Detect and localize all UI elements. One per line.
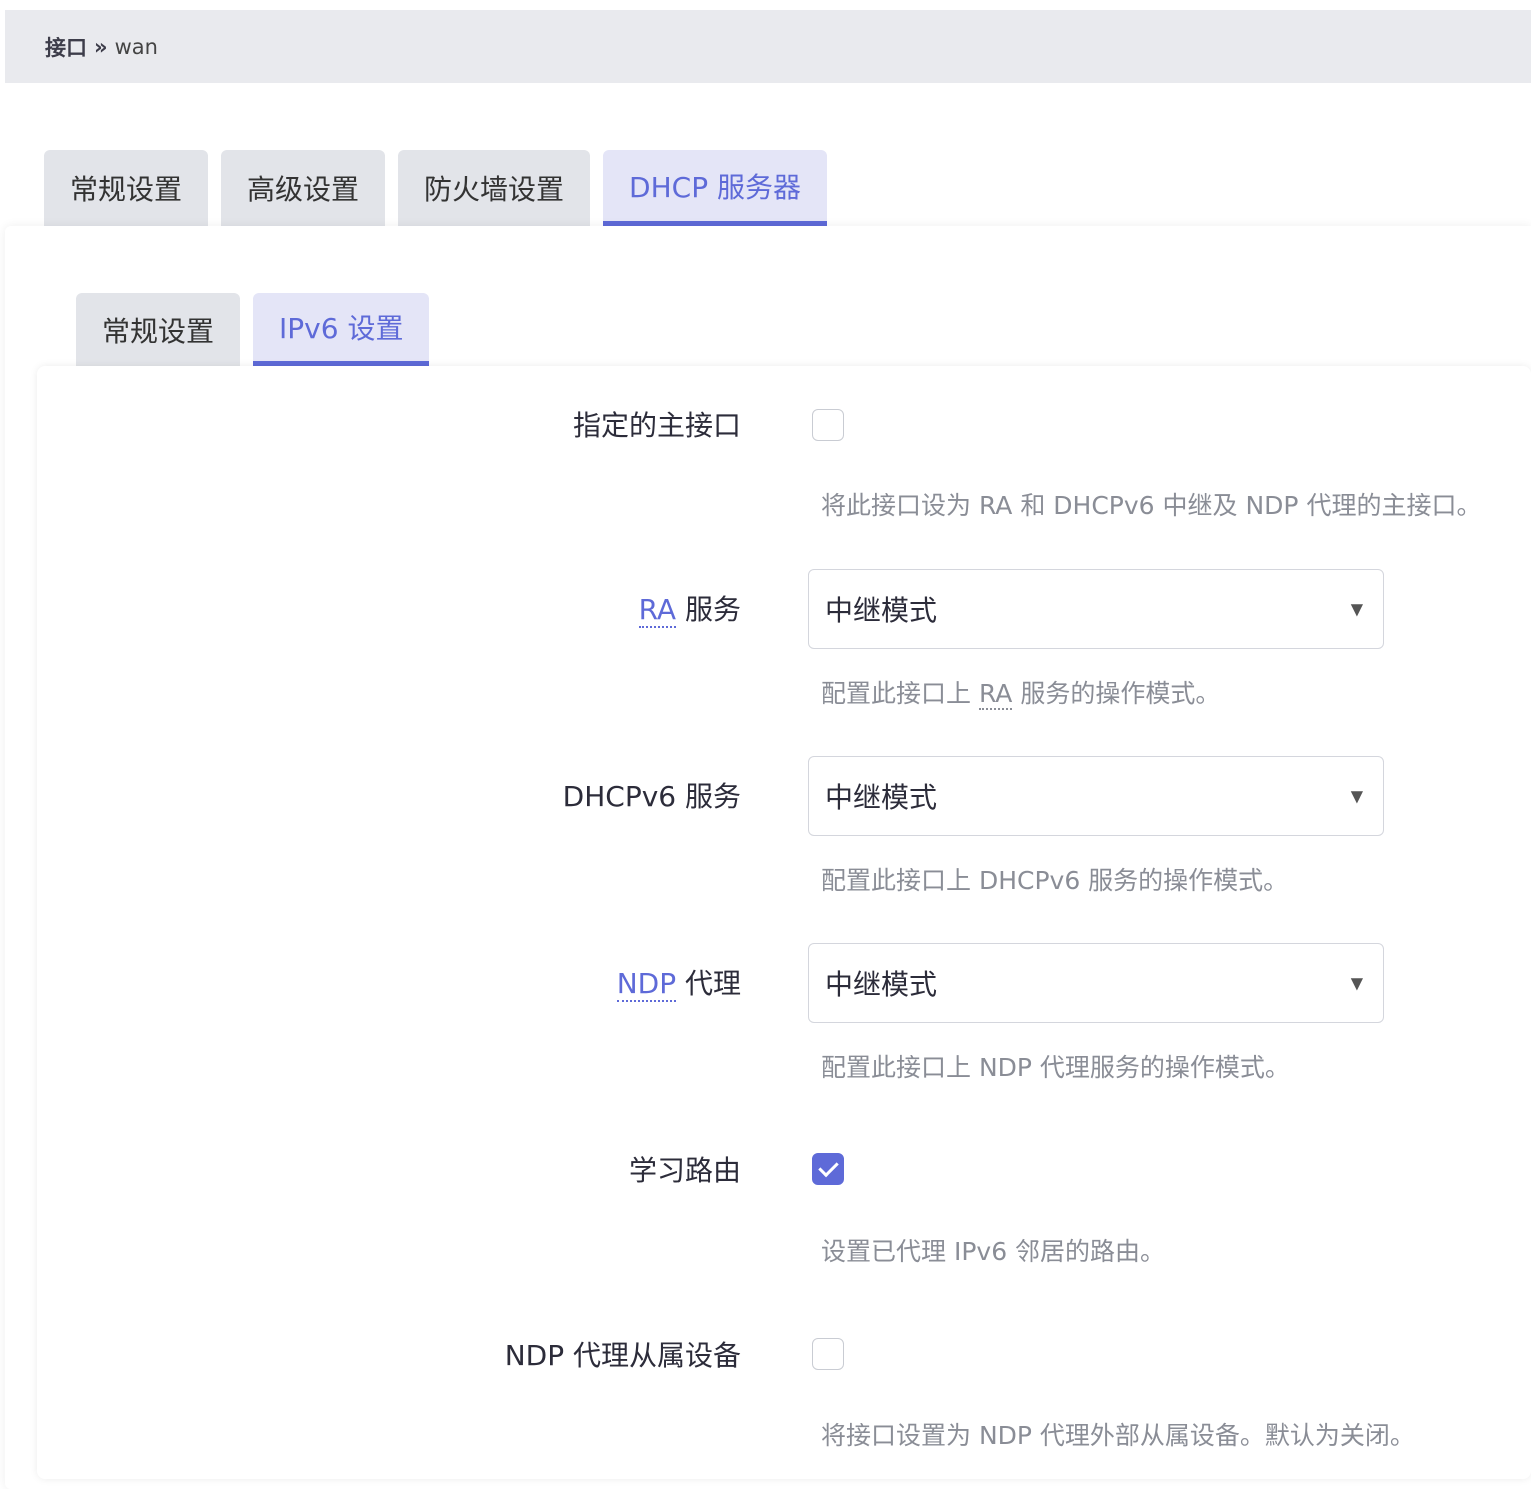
tab-general-settings[interactable]: 常规设置 [44,150,209,226]
dhcp-server-panel: 常规设置 IPv6 设置 指定的主接口 将此接口设为 RA 和 DHCPv6 中… [5,226,1531,1489]
ra-help-prefix: 配置此接口上 [821,679,979,708]
caret-down-icon: ▼ [1350,599,1363,619]
caret-down-icon: ▼ [1350,973,1363,993]
learn-routes-checkbox[interactable] [812,1153,844,1185]
master-interface-label: 指定的主接口 [572,409,741,442]
breadcrumb-separator: » [94,34,108,59]
caret-down-icon: ▼ [1350,786,1363,806]
subtab-ipv6-settings[interactable]: IPv6 设置 [253,293,430,366]
tab-dhcp-server[interactable]: DHCP 服务器 [603,150,827,226]
tab-advanced-settings[interactable]: 高级设置 [221,150,386,226]
ra-service-select[interactable]: 中继模式 ▼ [808,569,1384,649]
main-tabs: 常规设置 高级设置 防火墙设置 DHCP 服务器 [44,150,840,226]
dhcp-subtabs: 常规设置 IPv6 设置 [76,293,442,366]
ra-service-help: 配置此接口上 RA 服务的操作模式。 [821,674,1220,710]
breadcrumb-current: wan [114,34,158,59]
ndp-abbr: NDP [616,967,677,1002]
ndp-proxy-slave-label: NDP 代理从属设备 [504,1339,741,1372]
master-interface-checkbox[interactable] [812,409,844,441]
ra-service-value: 中继模式 [825,594,938,627]
tab-firewall-settings[interactable]: 防火墙设置 [398,150,591,226]
ra-abbr: RA [638,593,677,628]
dhcpv6-service-help: 配置此接口上 DHCPv6 服务的操作模式。 [821,866,1289,895]
dhcpv6-service-label: DHCPv6 服务 [562,780,741,813]
ndp-proxy-slave-help: 将接口设置为 NDP 代理外部从属设备。默认为关闭。 [821,1421,1415,1450]
ra-service-label-text: 服务 [676,593,741,626]
learn-routes-help: 设置已代理 IPv6 邻居的路由。 [821,1237,1166,1266]
ndp-proxy-label: NDP 代理 [616,962,741,1002]
dhcpv6-service-value: 中继模式 [825,781,938,814]
dhcpv6-service-select[interactable]: 中继模式 ▼ [808,756,1384,836]
master-interface-help: 将此接口设为 RA 和 DHCPv6 中继及 NDP 代理的主接口。 [821,491,1482,520]
ra-help-abbr: RA [978,679,1013,710]
ipv6-settings-panel: 指定的主接口 将此接口设为 RA 和 DHCPv6 中继及 NDP 代理的主接口… [37,366,1531,1479]
ra-help-suffix: 服务的操作模式。 [1012,679,1221,708]
ndp-proxy-help: 配置此接口上 NDP 代理服务的操作模式。 [821,1053,1290,1082]
learn-routes-label: 学习路由 [628,1154,741,1187]
subtab-general-settings[interactable]: 常规设置 [76,293,241,366]
ndp-proxy-select[interactable]: 中继模式 ▼ [808,943,1384,1023]
ra-service-label: RA 服务 [638,588,741,628]
ndp-proxy-slave-checkbox[interactable] [812,1338,844,1370]
breadcrumb-parent-link[interactable]: 接口 [45,32,87,62]
ndp-proxy-label-text: 代理 [676,967,741,1000]
ndp-proxy-value: 中继模式 [825,968,938,1001]
breadcrumb: 接口 » wan [5,10,1531,83]
